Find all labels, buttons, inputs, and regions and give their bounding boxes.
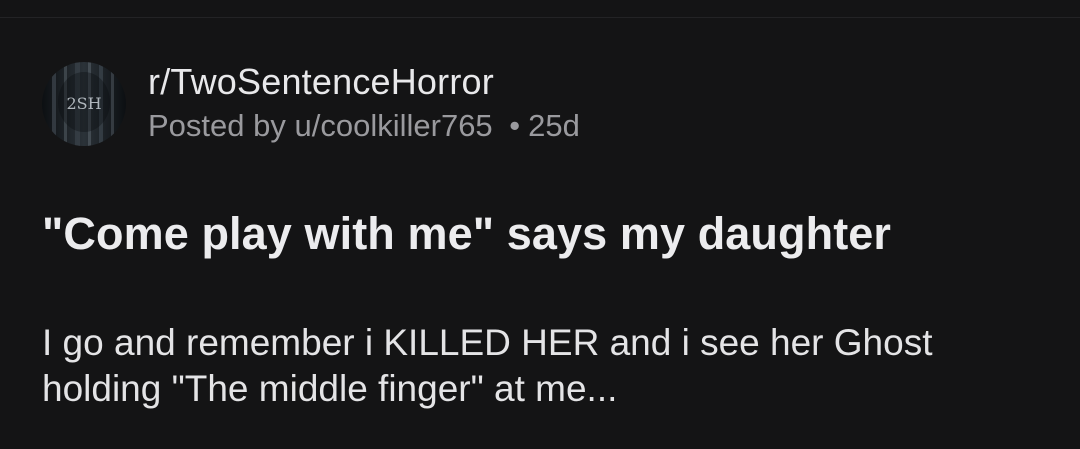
post-body: I go and remember i KILLED HER and i see… bbox=[42, 322, 933, 409]
subreddit-avatar[interactable]: 2SH bbox=[42, 62, 126, 146]
posted-by-label: Posted by bbox=[148, 108, 286, 143]
author-link[interactable]: u/coolkiller765 bbox=[295, 108, 493, 143]
top-divider bbox=[0, 17, 1080, 18]
post-view: 2SH r/TwoSentenceHorror Posted by u/cool… bbox=[0, 0, 1080, 449]
subreddit-avatar-icon: 2SH bbox=[42, 62, 126, 146]
post-byline: Posted by u/coolkiller765 • 25d bbox=[148, 108, 580, 144]
subreddit-name[interactable]: r/TwoSentenceHorror bbox=[148, 62, 580, 102]
post-title: "Come play with me" says my daughter bbox=[42, 208, 892, 259]
post-meta: r/TwoSentenceHorror Posted by u/coolkill… bbox=[148, 62, 580, 144]
byline-separator: • bbox=[509, 108, 521, 143]
post-header: 2SH r/TwoSentenceHorror Posted by u/cool… bbox=[42, 62, 580, 146]
post-age: 25d bbox=[528, 108, 580, 143]
subreddit-avatar-label: 2SH bbox=[66, 94, 101, 113]
